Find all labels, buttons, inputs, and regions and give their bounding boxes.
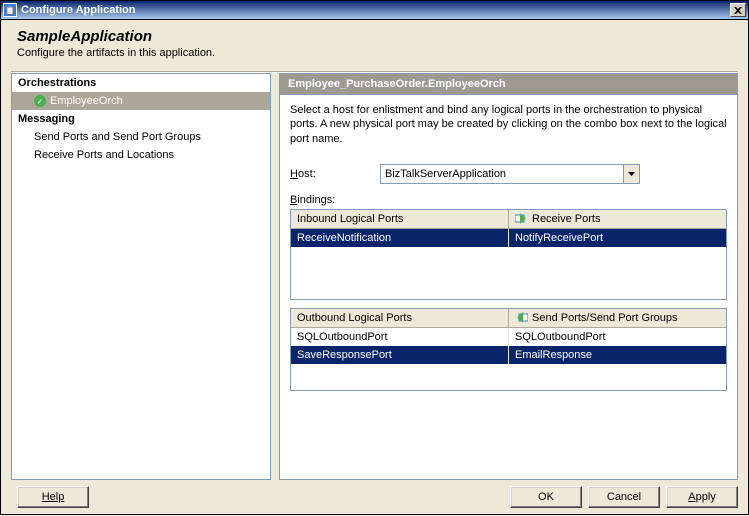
send-port-icon bbox=[515, 312, 528, 323]
window-title: Configure Application bbox=[21, 4, 730, 16]
inbound-row[interactable]: ReceiveNotification NotifyReceivePort bbox=[291, 229, 726, 247]
close-button[interactable] bbox=[730, 3, 746, 17]
page-description: Configure the artifacts in this applicat… bbox=[17, 47, 738, 59]
outbound-grid[interactable]: Outbound Logical Ports Send Ports/Send P… bbox=[290, 308, 727, 391]
host-row: Host: bbox=[290, 164, 727, 184]
outbound-col-logical: Outbound Logical Ports bbox=[291, 309, 509, 327]
check-icon: ✓ bbox=[34, 95, 46, 107]
nav-header-messaging: Messaging bbox=[12, 110, 270, 128]
apply-button[interactable]: Apply bbox=[666, 486, 738, 508]
outbound-empty bbox=[291, 364, 726, 390]
host-dropdown-button[interactable] bbox=[623, 165, 639, 183]
inbound-grid-header: Inbound Logical Ports Receive Ports bbox=[291, 210, 726, 229]
detail-title: Employee_PurchaseOrder.EmployeeOrch bbox=[280, 74, 737, 95]
detail-pane: Employee_PurchaseOrder.EmployeeOrch Sele… bbox=[279, 73, 738, 480]
inbound-grid[interactable]: Inbound Logical Ports Receive Ports Rece… bbox=[290, 209, 727, 300]
outbound-col-send: Send Ports/Send Port Groups bbox=[509, 309, 726, 327]
titlebar: 📋 Configure Application bbox=[0, 0, 749, 20]
inbound-physical-cell[interactable]: NotifyReceivePort bbox=[509, 229, 726, 247]
close-icon bbox=[734, 7, 742, 14]
detail-body: Select a host for enlistment and bind an… bbox=[280, 95, 737, 479]
outbound-logical-cell: SQLOutboundPort bbox=[291, 328, 509, 346]
page-title: SampleApplication bbox=[17, 28, 738, 45]
app-icon: 📋 bbox=[3, 3, 17, 17]
bindings-label: Bindings: bbox=[290, 194, 727, 206]
ok-button[interactable]: OK bbox=[510, 486, 582, 508]
button-row: Help OK Cancel Apply bbox=[11, 480, 738, 508]
host-label: Host: bbox=[290, 168, 380, 180]
cancel-button[interactable]: Cancel bbox=[588, 486, 660, 508]
nav-item-receive-ports[interactable]: Receive Ports and Locations bbox=[12, 146, 270, 164]
nav-item-employeeorch[interactable]: ✓ EmployeeOrch bbox=[12, 92, 270, 110]
outbound-row[interactable]: SQLOutboundPort SQLOutboundPort bbox=[291, 328, 726, 346]
nav-item-send-ports[interactable]: Send Ports and Send Port Groups bbox=[12, 128, 270, 146]
host-combo[interactable] bbox=[380, 164, 640, 184]
nav-header-orchestrations: Orchestrations bbox=[12, 74, 270, 92]
main-row: Orchestrations ✓ EmployeeOrch Messaging … bbox=[11, 73, 738, 480]
nav-pane[interactable]: Orchestrations ✓ EmployeeOrch Messaging … bbox=[11, 73, 271, 480]
outbound-physical-cell[interactable]: SQLOutboundPort bbox=[509, 328, 726, 346]
nav-item-label: EmployeeOrch bbox=[50, 95, 123, 107]
header-area: SampleApplication Configure the artifact… bbox=[11, 28, 738, 59]
outbound-row[interactable]: SaveResponsePort EmailResponse bbox=[291, 346, 726, 364]
chevron-down-icon bbox=[628, 172, 635, 176]
dialog-body: SampleApplication Configure the artifact… bbox=[0, 20, 749, 515]
outbound-physical-cell[interactable]: EmailResponse bbox=[509, 346, 726, 364]
host-input[interactable] bbox=[381, 165, 623, 183]
inbound-col-logical: Inbound Logical Ports bbox=[291, 210, 509, 228]
outbound-logical-cell: SaveResponsePort bbox=[291, 346, 509, 364]
outbound-grid-header: Outbound Logical Ports Send Ports/Send P… bbox=[291, 309, 726, 328]
inbound-col-receive: Receive Ports bbox=[509, 210, 726, 228]
detail-description: Select a host for enlistment and bind an… bbox=[290, 103, 727, 146]
inbound-logical-cell: ReceiveNotification bbox=[291, 229, 509, 247]
receive-port-icon bbox=[515, 213, 528, 224]
nav-item-label: Receive Ports and Locations bbox=[34, 149, 174, 161]
nav-item-label: Send Ports and Send Port Groups bbox=[34, 131, 201, 143]
inbound-empty bbox=[291, 247, 726, 299]
help-button[interactable]: Help bbox=[17, 486, 89, 508]
